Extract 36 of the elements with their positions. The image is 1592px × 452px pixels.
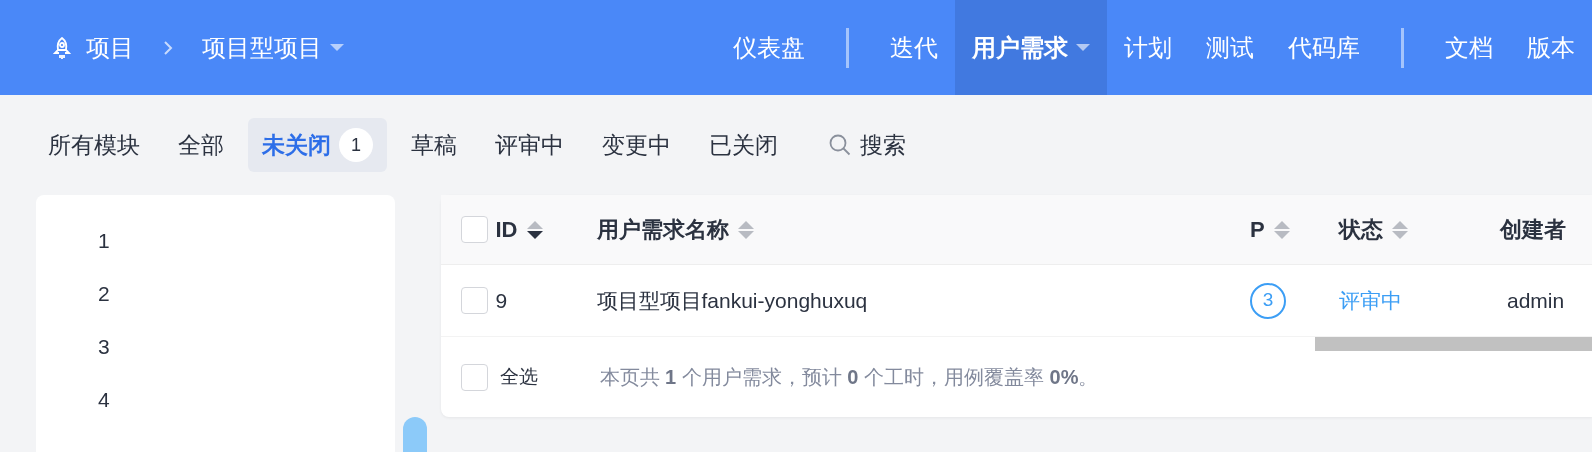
filter-tab[interactable]: 评审中 [481, 117, 578, 173]
checkbox[interactable] [460, 287, 488, 314]
sort-icon[interactable] [525, 218, 544, 241]
column-header[interactable]: 创建者 [1500, 213, 1566, 246]
chevron-icon [162, 38, 174, 57]
count-badge: 1 [339, 128, 373, 162]
search-icon [828, 133, 852, 157]
column-header[interactable]: 状态 [1339, 213, 1383, 246]
collapse-handle[interactable] [402, 417, 427, 452]
nav-tab[interactable]: 用户需求 [955, 0, 1107, 95]
module-item[interactable]: 3 [36, 327, 395, 380]
priority-badge: 3 [1250, 282, 1286, 319]
filter-tab[interactable]: 全部 [164, 117, 238, 173]
filter-tab[interactable]: 草稿 [397, 117, 471, 173]
module-item[interactable]: 2 [36, 274, 395, 327]
module-item[interactable]: 4 [36, 380, 395, 433]
filter-tab[interactable]: 已关闭 [695, 117, 792, 173]
module-item[interactable]: 1 [36, 221, 395, 274]
column-header[interactable]: P [1250, 213, 1265, 246]
rocket-icon [52, 35, 72, 60]
filter-tab[interactable]: 未关闭 1 [248, 117, 387, 173]
scrollbar[interactable] [1315, 337, 1592, 351]
column-header[interactable]: 用户需求名称 [596, 213, 729, 246]
checkbox[interactable] [460, 363, 488, 391]
search-button[interactable]: 搜索 [814, 117, 920, 173]
filter-tab[interactable]: 变更中 [588, 117, 685, 173]
checkbox[interactable] [460, 216, 488, 243]
column-header[interactable]: ID [495, 213, 518, 246]
status-text: 评审中 [1339, 288, 1402, 312]
summary-text: 本页共 1 个用户需求，预计 0 个工时，用例覆盖率 0%。 [599, 365, 1099, 390]
caret-icon [330, 44, 344, 51]
story-link[interactable]: 项目型项目fankui-yonghuxuq [596, 288, 868, 312]
table-cell: admin [1507, 288, 1565, 312]
module-filter[interactable]: 所有模块 [34, 117, 154, 173]
select-all-label[interactable]: 全选 [499, 362, 538, 392]
table-cell-text: 9 [495, 287, 508, 314]
